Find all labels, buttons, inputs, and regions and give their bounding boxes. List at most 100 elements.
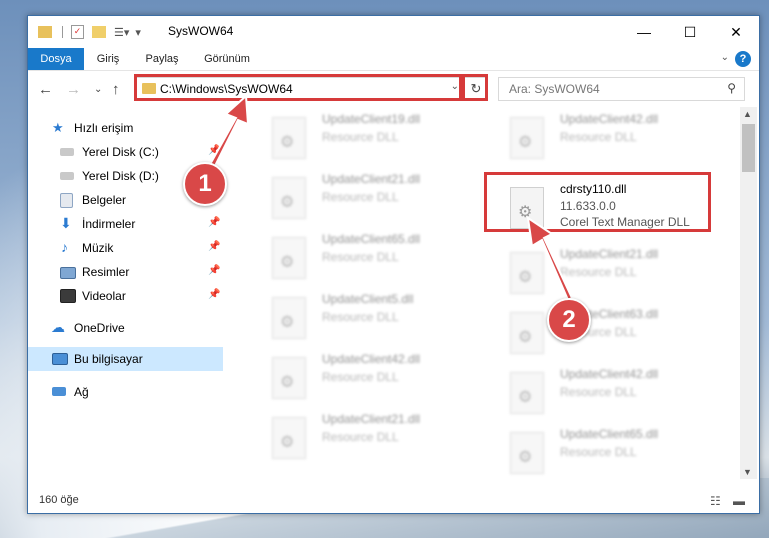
file-tile[interactable]: ⚙ UpdateClient65.dll Resource DLL bbox=[488, 424, 718, 476]
close-button[interactable]: ✕ bbox=[713, 16, 759, 48]
address-highlight-box bbox=[134, 74, 462, 101]
file-description: Resource DLL bbox=[322, 430, 399, 444]
separator bbox=[62, 26, 63, 38]
file-name: UpdateClient65.dll bbox=[322, 232, 421, 246]
pin-icon[interactable]: 📌 bbox=[208, 145, 220, 156]
sidebar-item-pictures[interactable]: Resimler 📌 bbox=[28, 260, 223, 284]
minimize-button[interactable]: — bbox=[621, 16, 667, 48]
item-count: 160 öğe bbox=[39, 494, 79, 506]
file-tile[interactable]: ⚙ UpdateClient21.dll Resource DLL bbox=[488, 244, 718, 296]
new-folder-icon[interactable] bbox=[92, 26, 106, 38]
help-button[interactable]: ? bbox=[735, 51, 751, 67]
search-icon: ⚲ bbox=[727, 81, 736, 95]
file-tile[interactable]: ⚙ UpdateClient5.dll Resource DLL bbox=[250, 289, 480, 341]
dll-file-icon: ⚙ bbox=[510, 117, 544, 159]
pin-icon[interactable]: 📌 bbox=[208, 289, 220, 300]
file-tile[interactable]: ⚙ UpdateClient42.dll Resource DLL bbox=[250, 349, 480, 401]
file-description: Resource DLL bbox=[560, 265, 637, 279]
expand-ribbon-icon[interactable]: ⌄ bbox=[721, 52, 729, 63]
file-tile[interactable]: ⚙ UpdateClient19.dll Resource DLL bbox=[250, 109, 480, 161]
pictures-icon bbox=[60, 267, 76, 279]
file-description: Resource DLL bbox=[322, 190, 399, 204]
file-name: UpdateClient21.dll bbox=[322, 172, 421, 186]
step-marker-1: 1 bbox=[183, 162, 227, 206]
file-tile[interactable]: ⚙ UpdateClient21.dll Resource DLL bbox=[250, 169, 480, 221]
dropdown-arrow-icon[interactable]: ▾ bbox=[135, 26, 141, 39]
videos-icon bbox=[60, 289, 76, 303]
quick-access-toolbar: ✓ ☰▾ ▾ bbox=[38, 24, 141, 40]
refresh-highlight-box bbox=[462, 74, 488, 101]
sidebar-item-label: OneDrive bbox=[74, 321, 125, 335]
recent-locations-icon[interactable]: ⌄ bbox=[94, 84, 102, 95]
sidebar-item-label: Videolar bbox=[82, 289, 126, 303]
computer-icon bbox=[52, 353, 68, 365]
file-description: Resource DLL bbox=[560, 385, 637, 399]
sidebar-item-label: Ağ bbox=[74, 385, 89, 399]
file-tile[interactable]: ⚙ UpdateClient42.dll Resource DLL bbox=[488, 109, 718, 161]
scroll-up-icon[interactable]: ▲ bbox=[743, 109, 752, 119]
tab-file[interactable]: Dosya bbox=[28, 48, 84, 70]
file-name: UpdateClient19.dll bbox=[322, 112, 421, 126]
sidebar-item-label: Hızlı erişim bbox=[74, 121, 134, 135]
vertical-scrollbar[interactable]: ▲ ▼ bbox=[740, 107, 757, 479]
sidebar-item-label: Resimler bbox=[82, 265, 130, 279]
file-description: Resource DLL bbox=[560, 130, 637, 144]
sidebar-item-this-pc[interactable]: Bu bilgisayar bbox=[28, 347, 223, 371]
ribbon-tabs: Dosya Giriş Paylaş Görünüm ⌄ ? bbox=[28, 48, 759, 71]
pin-icon[interactable]: 📌 bbox=[208, 241, 220, 252]
sidebar-item-downloads[interactable]: ⬇ İndirmeler 📌 bbox=[28, 212, 223, 236]
file-name: UpdateClient21.dll bbox=[560, 247, 659, 261]
file-tile[interactable]: ⚙ UpdateClient21.dll Resource DLL bbox=[250, 409, 480, 461]
sidebar-item-quick-access[interactable]: ★ Hızlı erişim bbox=[28, 116, 223, 140]
sidebar-item-music[interactable]: ♪ Müzik 📌 bbox=[28, 236, 223, 260]
tab-view[interactable]: Görünüm bbox=[196, 48, 258, 70]
sidebar-item-label: Yerel Disk (D:) bbox=[82, 169, 159, 183]
back-arrow-icon[interactable]: ← bbox=[38, 81, 53, 98]
search-placeholder: Ara: SysWOW64 bbox=[509, 82, 600, 96]
dll-file-icon: ⚙ bbox=[272, 237, 306, 279]
sidebar-item-label: Yerel Disk (C:) bbox=[82, 145, 159, 159]
forward-arrow-icon[interactable]: → bbox=[66, 81, 81, 98]
pin-icon[interactable]: 📌 bbox=[208, 217, 220, 228]
sidebar-item-disk-c[interactable]: Yerel Disk (C:) 📌 bbox=[28, 140, 223, 164]
navigation-pane: ★ Hızlı erişim Yerel Disk (C:) 📌 Yerel D… bbox=[28, 107, 223, 477]
file-tile[interactable]: ⚙ UpdateClient65.dll Resource DLL bbox=[250, 229, 480, 281]
details-view-icon[interactable]: ☷ bbox=[710, 494, 721, 508]
dll-file-icon: ⚙ bbox=[272, 297, 306, 339]
maximize-button[interactable]: ☐ bbox=[667, 16, 713, 48]
folder-icon bbox=[38, 26, 52, 38]
file-name: UpdateClient65.dll bbox=[560, 427, 659, 441]
dll-file-icon: ⚙ bbox=[510, 252, 544, 294]
scrollbar-thumb[interactable] bbox=[742, 124, 755, 172]
sidebar-item-network[interactable]: Ağ bbox=[28, 380, 223, 404]
pin-icon[interactable]: 📌 bbox=[208, 265, 220, 276]
tiles-view-icon[interactable]: ▬ bbox=[733, 494, 745, 508]
step-marker-2: 2 bbox=[547, 298, 591, 342]
sidebar-item-label: Belgeler bbox=[82, 193, 127, 207]
search-input[interactable]: Ara: SysWOW64 ⚲ bbox=[498, 77, 745, 101]
file-tile[interactable]: ⚙ UpdateClient42.dll Resource DLL bbox=[488, 364, 718, 416]
properties-icon[interactable]: ✓ bbox=[71, 25, 84, 39]
customize-toolbar-icon[interactable]: ☰▾ bbox=[114, 26, 129, 39]
file-name: UpdateClient42.dll bbox=[322, 352, 421, 366]
sidebar-item-label: İndirmeler bbox=[82, 217, 136, 231]
file-tile[interactable]: ⚙ UpdateClient63.dll Resource DLL bbox=[488, 304, 718, 356]
music-icon: ♪ bbox=[61, 239, 68, 255]
tab-home[interactable]: Giriş bbox=[84, 48, 132, 70]
network-icon bbox=[52, 387, 66, 396]
up-arrow-icon[interactable]: ↑ bbox=[112, 81, 120, 98]
tab-share[interactable]: Paylaş bbox=[136, 48, 188, 70]
file-description: Resource DLL bbox=[322, 250, 399, 264]
dll-file-icon: ⚙ bbox=[510, 432, 544, 474]
file-list: ⚙ UpdateClient19.dll Resource DLL ⚙ Upda… bbox=[224, 107, 740, 479]
file-name: UpdateClient21.dll bbox=[322, 412, 421, 426]
window-title: SysWOW64 bbox=[168, 24, 234, 38]
file-description: Resource DLL bbox=[560, 445, 637, 459]
drive-icon bbox=[60, 172, 74, 180]
scroll-down-icon[interactable]: ▼ bbox=[743, 467, 752, 477]
sidebar-item-videos[interactable]: Videolar 📌 bbox=[28, 284, 223, 308]
file-name: UpdateClient42.dll bbox=[560, 112, 659, 126]
file-description: Resource DLL bbox=[322, 370, 399, 384]
sidebar-item-onedrive[interactable]: ☁ OneDrive bbox=[28, 316, 223, 340]
title-bar: ✓ ☰▾ ▾ SysWOW64 — ☐ ✕ bbox=[28, 16, 759, 48]
